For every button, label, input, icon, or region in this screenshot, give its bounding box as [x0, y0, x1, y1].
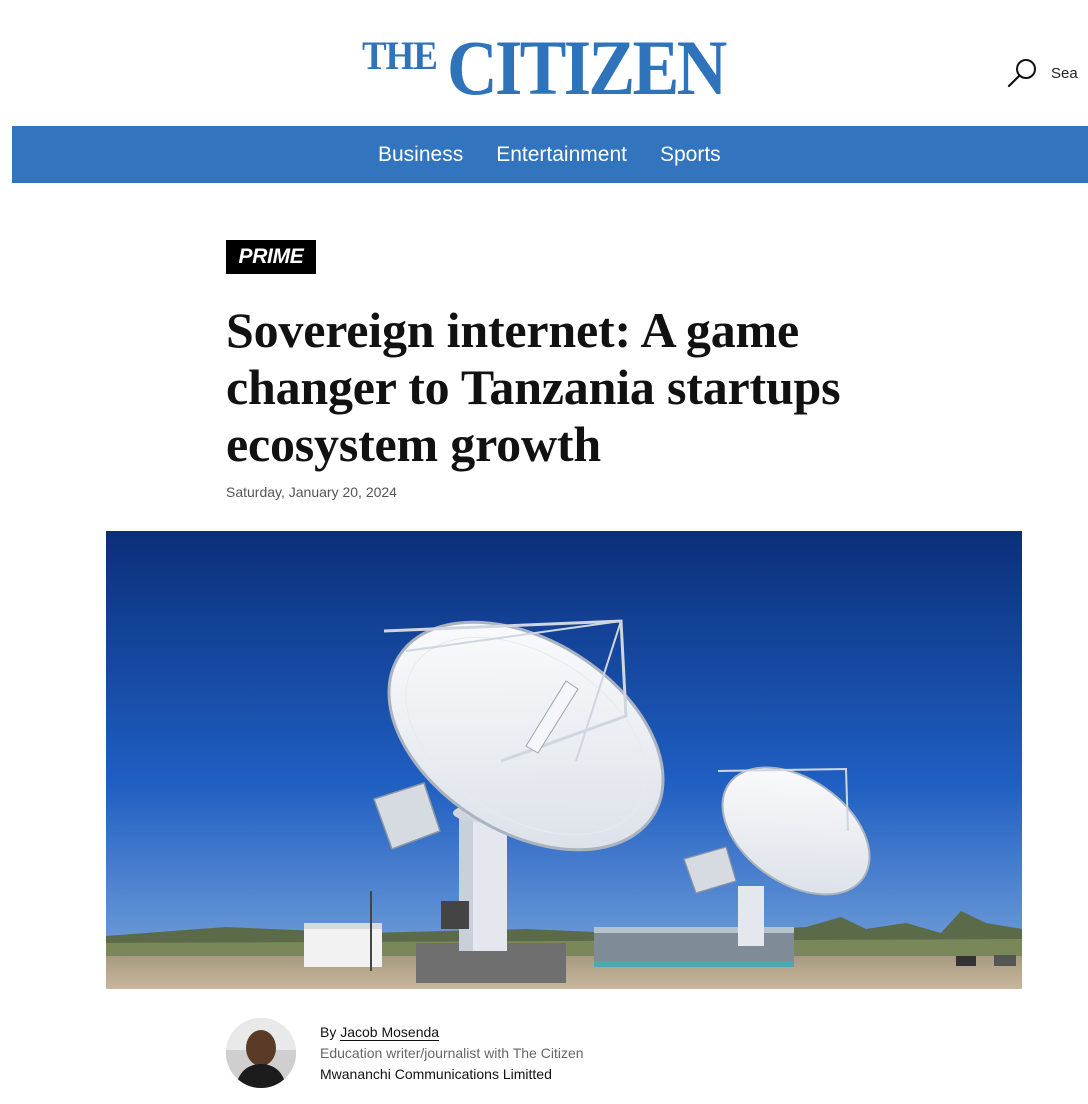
- byline-prefix: By: [320, 1024, 341, 1040]
- logo-the-text: THE: [362, 33, 438, 78]
- site-logo[interactable]: THE CITIZEN: [362, 28, 756, 108]
- search-icon: [1007, 59, 1036, 88]
- byline-author-row: By Jacob Mosenda: [320, 1022, 584, 1043]
- article-page: THE CITIZEN Sea Business Entertainment S…: [0, 0, 1088, 1104]
- nav-items: Business Entertainment Sports: [378, 126, 754, 183]
- nav-item-sports[interactable]: Sports: [660, 143, 721, 167]
- article-headline: Sovereign internet: A game changer to Ta…: [226, 302, 841, 472]
- satellite-dishes-illustration: [106, 531, 1022, 989]
- search-button[interactable]: Sea: [1005, 56, 1078, 90]
- hero-image: [106, 531, 1022, 989]
- nav-item-business[interactable]: Business: [378, 143, 463, 167]
- prime-badge: PRIME: [226, 240, 316, 274]
- author-link[interactable]: Jacob Mosenda: [340, 1024, 440, 1041]
- search-label: Sea: [1051, 64, 1078, 82]
- masthead: THE CITIZEN Sea: [0, 0, 1088, 126]
- main-nav: Business Entertainment Sports: [12, 126, 1088, 183]
- logo-citizen-text: CITIZEN: [447, 24, 727, 111]
- author-organization: Mwananchi Communications Limitted: [320, 1066, 552, 1082]
- author-role: Education writer/journalist with The Cit…: [320, 1045, 584, 1061]
- article-date: Saturday, January 20, 2024: [226, 484, 397, 500]
- author-avatar[interactable]: [226, 1018, 296, 1088]
- byline: By Jacob Mosenda Education writer/journa…: [320, 1022, 584, 1085]
- nav-item-entertainment[interactable]: Entertainment: [496, 143, 627, 167]
- author-photo: [226, 1018, 296, 1088]
